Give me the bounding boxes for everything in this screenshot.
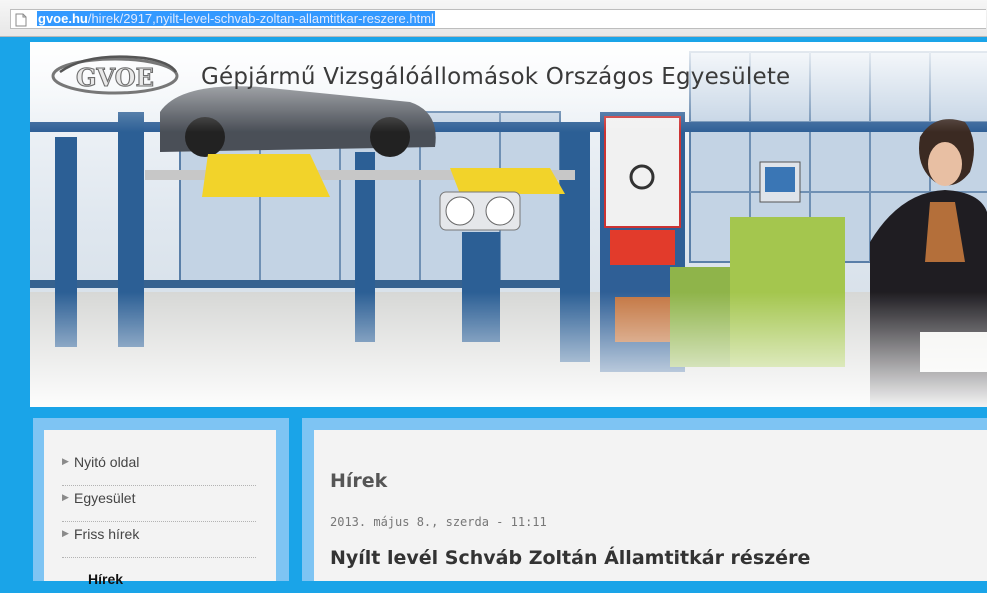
article-title[interactable]: Nyílt levél Schváb Zoltán Államtitkár ré… — [330, 547, 810, 569]
sidebar: ▶ Nyitó oldal ▶ Egyesület ▶ Friss hírek … — [44, 430, 276, 587]
header-banner: GVOE Gépjármű Vizsgálóállomások Országos… — [30, 42, 987, 407]
sidebar-item-nyito-oldal[interactable]: ▶ Nyitó oldal — [62, 450, 256, 486]
sidebar-item-hirek[interactable]: Hírek — [62, 558, 256, 593]
logo-text: GVOE — [76, 63, 154, 92]
site-logo[interactable]: GVOE — [48, 50, 182, 102]
page-icon — [15, 12, 27, 31]
url-host: gvoe.hu — [38, 11, 88, 26]
sidebar-item-egyesulet[interactable]: ▶ Egyesület — [62, 486, 256, 522]
article-date: 2013. május 8., szerda - 11:11 — [330, 515, 547, 529]
main-content: Hírek 2013. május 8., szerda - 11:11 Nyí… — [314, 430, 987, 581]
sidebar-item-label: Hírek — [88, 571, 124, 587]
sidebar-item-label: Egyesület — [74, 490, 136, 506]
triangle-right-icon: ▶ — [62, 528, 69, 538]
sidebar-item-friss-hirek[interactable]: ▶ Friss hírek — [62, 522, 256, 558]
site-title: Gépjármű Vizsgálóállomások Országos Egye… — [201, 64, 791, 90]
sidebar-nav: ▶ Nyitó oldal ▶ Egyesület ▶ Friss hírek … — [62, 450, 256, 593]
browser-address-bar: gvoe.hu/hirek/2917,nyilt-level-schvab-zo… — [0, 0, 987, 37]
section-title: Hírek — [330, 470, 388, 492]
url-path: /hirek/2917,nyilt-level-schvab-zoltan-al… — [87, 11, 434, 26]
sidebar-item-label: Friss hírek — [74, 526, 140, 542]
triangle-right-icon: ▶ — [62, 456, 69, 466]
triangle-right-icon: ▶ — [62, 492, 69, 502]
sidebar-item-label: Nyitó oldal — [74, 454, 140, 470]
url-text[interactable]: gvoe.hu/hirek/2917,nyilt-level-schvab-zo… — [37, 11, 435, 26]
url-field[interactable]: gvoe.hu/hirek/2917,nyilt-level-schvab-zo… — [10, 9, 986, 29]
